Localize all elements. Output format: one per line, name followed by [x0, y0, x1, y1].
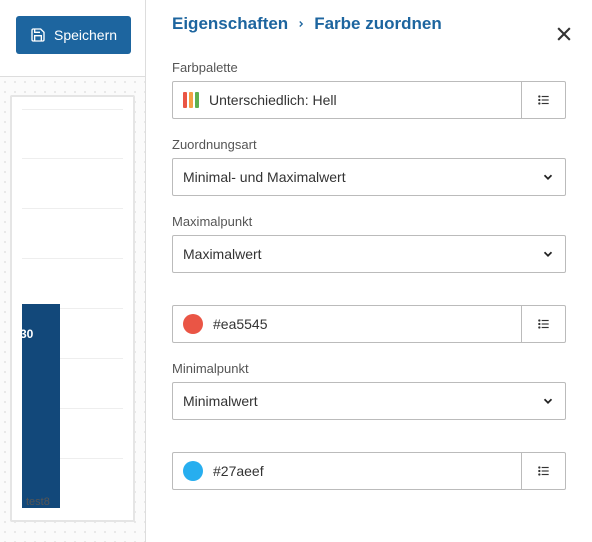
chart-bar-value: 30: [22, 327, 33, 341]
maxcolor-value: #ea5545: [213, 316, 268, 332]
palette-group: Farbpalette Unterschiedlich: Hell: [172, 60, 566, 119]
palette-swatch-icon: [183, 92, 199, 108]
mapping-value: Minimal- und Maximalwert: [183, 169, 541, 185]
save-button-label: Speichern: [54, 27, 117, 43]
palette-select[interactable]: Unterschiedlich: Hell: [173, 82, 521, 118]
maxcolor-list-button[interactable]: [521, 306, 565, 342]
palette-value: Unterschiedlich: Hell: [209, 92, 337, 108]
breadcrumb: Eigenschaften Farbe zuordnen: [172, 14, 566, 34]
mapping-group: Zuordnungsart Minimal- und Maximalwert: [172, 137, 566, 196]
maxcolor-select[interactable]: #ea5545: [173, 306, 521, 342]
breadcrumb-current: Farbe zuordnen: [314, 14, 442, 34]
save-button[interactable]: Speichern: [16, 16, 131, 54]
chart-x-label: test8: [26, 496, 50, 508]
mincolor-group: #27aeef: [172, 452, 566, 490]
properties-panel: Eigenschaften Farbe zuordnen Farbpalette…: [146, 0, 592, 542]
color-swatch-icon: [183, 314, 203, 334]
minpoint-select[interactable]: Minimalwert: [172, 382, 566, 420]
maxpoint-label: Maximalpunkt: [172, 214, 566, 229]
mincolor-list-button[interactable]: [521, 453, 565, 489]
left-column: Speichern 30 test8: [0, 0, 146, 542]
mincolor-value: #27aeef: [213, 463, 264, 479]
color-swatch-icon: [183, 461, 203, 481]
close-button[interactable]: [554, 24, 574, 47]
mapping-select[interactable]: Minimal- und Maximalwert: [172, 158, 566, 196]
maxcolor-group: #ea5545: [172, 305, 566, 343]
chart-plot: 30: [22, 109, 123, 508]
chevron-down-icon: [541, 170, 555, 184]
canvas-area: 30 test8: [0, 76, 145, 542]
breadcrumb-parent[interactable]: Eigenschaften: [172, 14, 288, 34]
chart-card[interactable]: 30 test8: [10, 95, 135, 522]
maxpoint-select[interactable]: Maximalwert: [172, 235, 566, 273]
mincolor-select[interactable]: #27aeef: [173, 453, 521, 489]
palette-label: Farbpalette: [172, 60, 566, 75]
minpoint-value: Minimalwert: [183, 393, 541, 409]
chevron-right-icon: [296, 19, 306, 29]
list-icon: [537, 93, 551, 107]
minpoint-label: Minimalpunkt: [172, 361, 566, 376]
chevron-down-icon: [541, 394, 555, 408]
maxpoint-value: Maximalwert: [183, 246, 541, 262]
list-icon: [537, 317, 551, 331]
list-icon: [537, 464, 551, 478]
close-icon: [554, 24, 574, 44]
chevron-down-icon: [541, 247, 555, 261]
palette-list-button[interactable]: [521, 82, 565, 118]
maxpoint-group: Maximalpunkt Maximalwert: [172, 214, 566, 273]
minpoint-group: Minimalpunkt Minimalwert: [172, 361, 566, 420]
mapping-label: Zuordnungsart: [172, 137, 566, 152]
save-icon: [30, 27, 46, 43]
